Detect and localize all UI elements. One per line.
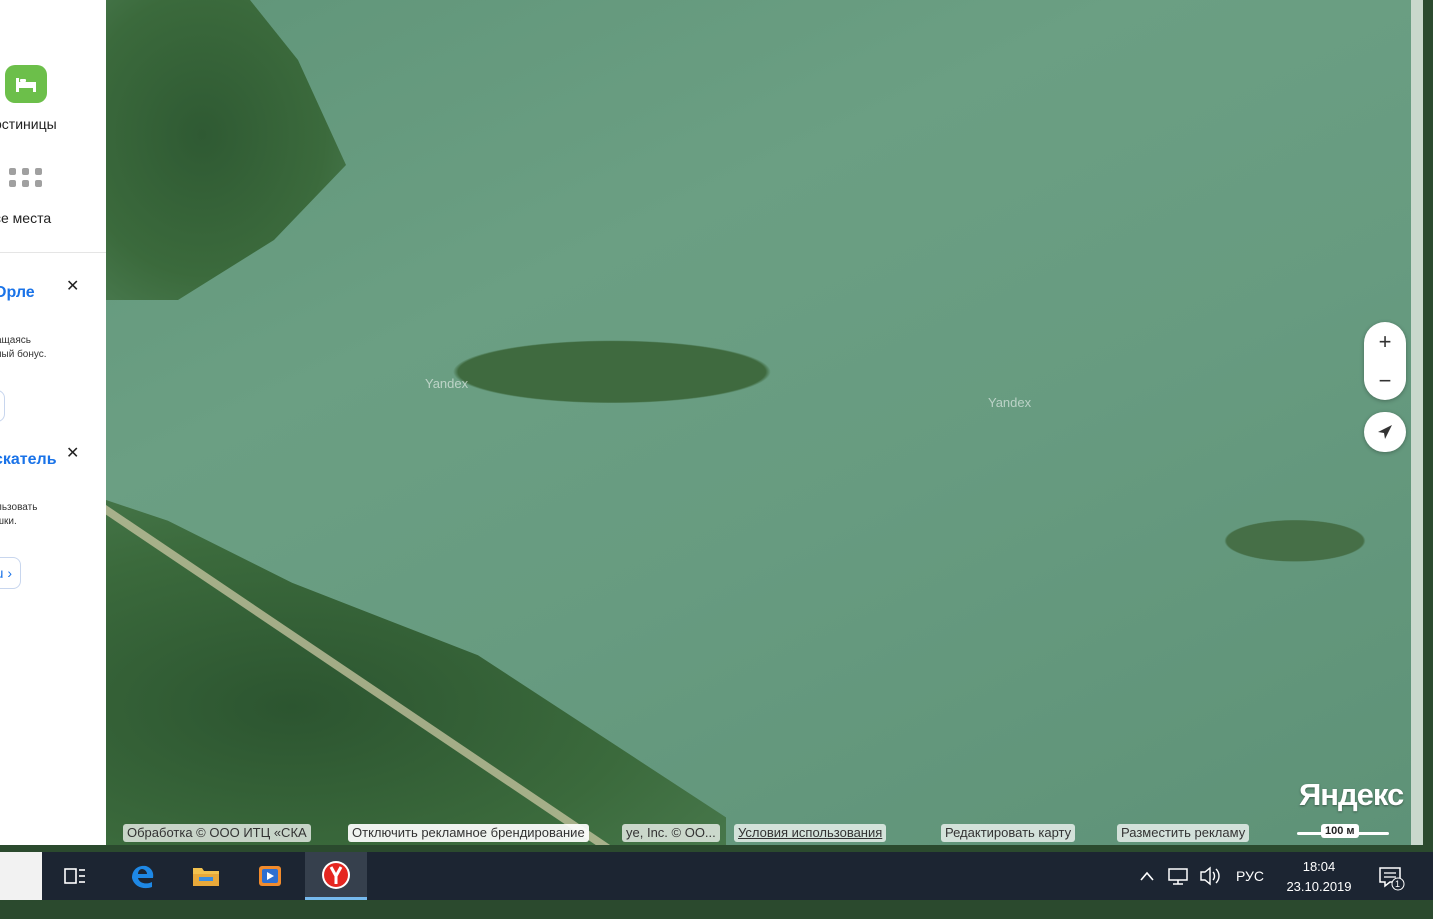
notification-icon [1379, 867, 1405, 891]
locate-button[interactable] [1364, 412, 1406, 452]
network-icon [1168, 868, 1188, 885]
promo-button[interactable]: › [0, 390, 5, 422]
action-center-button[interactable]: 1 [1376, 852, 1406, 900]
category-label: остиницы [0, 116, 57, 132]
windows-taskbar: РУС 18:04 23.10.2019 1 [0, 852, 1433, 900]
task-view-button[interactable] [44, 852, 106, 900]
promo-text: ащаясь [0, 335, 31, 346]
show-hidden-icons-button[interactable] [1138, 852, 1156, 900]
sidebar-panel: остиницы се места Орле ✕ ащаясь ный бону… [0, 0, 106, 845]
edge-button[interactable] [111, 852, 173, 900]
promo-text: льзовать [0, 502, 38, 513]
disable-branding-button[interactable]: Отключить рекламное брендирование [348, 824, 589, 842]
forest-area [106, 500, 726, 845]
zoom-control: + − [1364, 322, 1406, 400]
notification-count: 1 [1395, 879, 1401, 889]
place-ad-link[interactable]: Разместить рекламу [1117, 824, 1250, 842]
edit-map-link[interactable]: Редактировать карту [941, 824, 1076, 842]
satellite-map[interactable]: Yandex Yandex + − Яндекс Обработка © ООО… [0, 0, 1423, 845]
map-edge [1411, 0, 1423, 845]
yandex-logo: Яндекс [1299, 777, 1404, 812]
map-watermark: Yandex [425, 376, 469, 391]
volume-button[interactable] [1198, 852, 1224, 900]
copyright-text: ye, Inc. © ОО... [622, 824, 720, 842]
clock-date: 23.10.2019 [1286, 879, 1352, 894]
chevron-up-icon [1140, 871, 1154, 881]
yandex-browser-button[interactable] [305, 852, 367, 900]
map-watermark: Yandex [988, 395, 1032, 410]
scale-bar: 100 м [1297, 823, 1389, 843]
promo-title[interactable]: Орле [0, 284, 35, 302]
scale-label: 100 м [1321, 824, 1359, 838]
edge-icon [132, 865, 154, 889]
zoom-out-button[interactable]: − [1364, 361, 1406, 400]
speaker-icon [1200, 866, 1220, 886]
network-button[interactable] [1166, 852, 1190, 900]
zoom-in-button[interactable]: + [1364, 322, 1406, 361]
forest-area [106, 0, 346, 300]
promo-text: ный бонус. [0, 349, 47, 360]
media-player-button[interactable] [239, 852, 301, 900]
promo-text: шки. [0, 516, 17, 527]
copyright-text: Обработка © ООО ИТЦ «СКА [123, 824, 311, 842]
terms-link[interactable]: Условия использования [734, 824, 887, 842]
promo-button[interactable]: ru › [0, 557, 21, 589]
system-clock[interactable]: 18:04 23.10.2019 [1280, 857, 1358, 897]
close-icon[interactable]: ✕ [66, 443, 79, 463]
grid-dots-icon [5, 160, 47, 198]
file-explorer-button[interactable] [175, 852, 237, 900]
input-language[interactable]: РУС [1236, 852, 1264, 900]
folder-icon [193, 868, 219, 886]
bed-icon [5, 65, 47, 103]
yandex-browser-icon [322, 860, 350, 889]
clock-time: 18:04 [1302, 859, 1336, 874]
location-arrow-icon [1378, 425, 1392, 439]
task-view-icon [64, 868, 85, 884]
search-box[interactable] [0, 852, 42, 900]
divider [0, 252, 106, 253]
close-icon[interactable]: ✕ [66, 276, 79, 296]
promo-title[interactable]: скатель [0, 451, 57, 469]
media-player-icon [259, 866, 281, 886]
category-label: се места [0, 210, 52, 226]
